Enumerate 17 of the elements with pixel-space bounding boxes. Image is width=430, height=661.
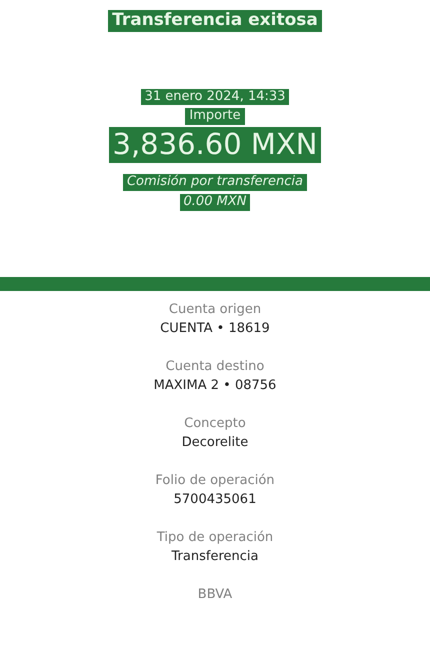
- screen-title: Transferencia exitosa: [108, 10, 322, 32]
- amount-value: 3,836.60 MXN: [108, 127, 322, 163]
- fee-label: Comisión por transferencia: [122, 174, 307, 191]
- detail-label: Tipo de operación: [156, 530, 274, 545]
- detail-label: Folio de operación: [155, 473, 275, 488]
- amount-label: Importe: [185, 108, 245, 126]
- detail-label: Cuenta origen: [168, 302, 262, 317]
- detail-label: BBVA: [198, 587, 232, 602]
- detail-value: CUENTA • 18619: [160, 321, 270, 336]
- detail-value: MAXIMA 2 • 08756: [154, 378, 276, 393]
- detail-value: 5700435061: [174, 492, 256, 507]
- fee-value: 0.00 MXN: [180, 194, 250, 211]
- detail-label: Concepto: [184, 416, 246, 431]
- detail-label: Cuenta destino: [166, 359, 264, 374]
- detail-value: Decorelite: [182, 435, 248, 450]
- detail-value: Transferencia: [172, 549, 258, 564]
- transfer-date: 31 enero 2024, 14:33: [140, 88, 290, 106]
